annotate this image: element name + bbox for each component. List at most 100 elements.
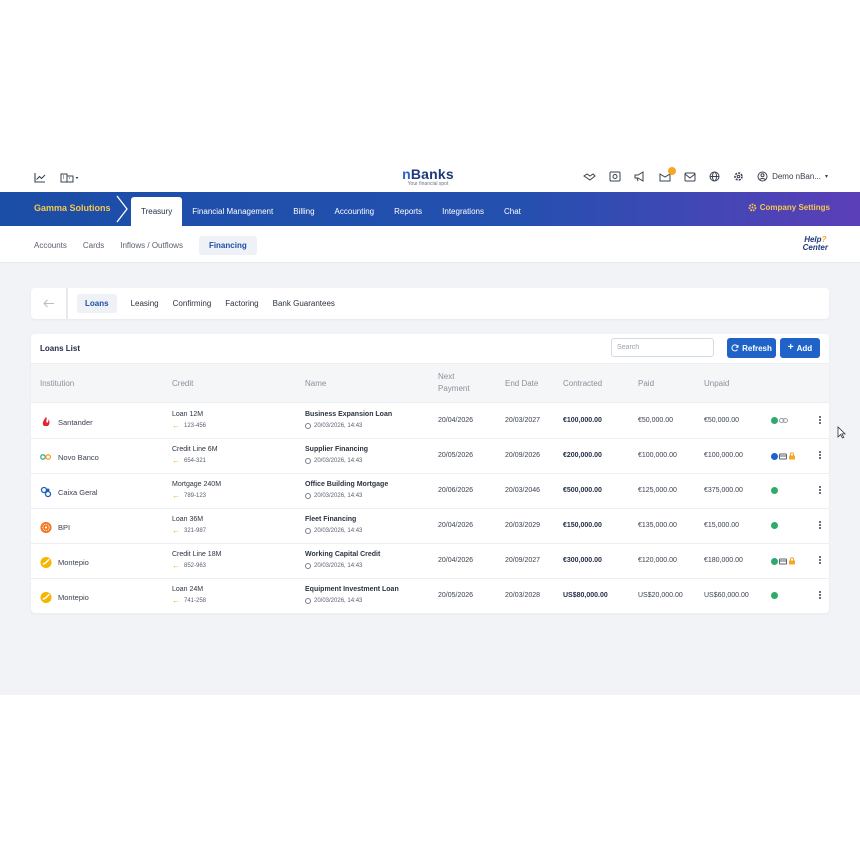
card-icon[interactable]: [779, 558, 787, 565]
row-actions-menu[interactable]: [817, 416, 823, 424]
brand-logo[interactable]: nBanks Your financial spot: [396, 166, 460, 187]
safe-icon[interactable]: [609, 171, 621, 182]
credit-type[interactable]: Loan 36M: [172, 516, 203, 523]
status-active-dot: [771, 592, 778, 599]
col-paid[interactable]: Paid: [638, 378, 654, 390]
credit-type[interactable]: Loan 12M: [172, 411, 203, 418]
lock-icon[interactable]: [788, 452, 796, 460]
tab-factoring[interactable]: Factoring: [225, 299, 258, 308]
company-name[interactable]: Gamma Solutions: [34, 203, 111, 213]
gear-icon[interactable]: [733, 171, 744, 182]
megaphone-icon[interactable]: [634, 171, 646, 182]
subtab-financing[interactable]: Financing: [198, 236, 257, 255]
institution-cell: Caixa Geral: [40, 486, 98, 498]
account-number: 123-456: [184, 423, 207, 429]
tab-leasing[interactable]: Leasing: [131, 299, 159, 308]
add-button[interactable]: + Add: [780, 338, 820, 358]
tab-accounting[interactable]: Accounting: [325, 197, 385, 226]
credit-type[interactable]: Credit Line 6M: [172, 446, 218, 453]
col-end-date[interactable]: End Date: [505, 378, 538, 390]
col-name[interactable]: Name: [305, 378, 326, 390]
table-row[interactable]: BPI Loan 36M ← 321-987 Fleet Financing 20/03/…: [31, 509, 829, 544]
subtab-inflows-outflows[interactable]: Inflows / Outflows: [120, 241, 183, 250]
tab-chat[interactable]: Chat: [494, 197, 531, 226]
loan-name[interactable]: Fleet Financing: [305, 516, 356, 523]
loan-name[interactable]: Working Capital Credit: [305, 551, 380, 558]
status-indicators: [771, 592, 778, 599]
paid-cell: €135,000.00: [638, 522, 677, 529]
col-next-payment-line1: Next: [438, 372, 455, 381]
next-payment-cell: 20/05/2026: [438, 592, 474, 599]
col-next-payment[interactable]: Next Payment: [438, 371, 470, 395]
col-credit[interactable]: Credit: [172, 378, 193, 390]
account-number: 321-987: [184, 528, 207, 534]
back-button[interactable]: [31, 288, 68, 319]
buildings-icon[interactable]: [60, 172, 80, 183]
handshake-icon[interactable]: [583, 172, 596, 182]
help-center-link[interactable]: Help? Center: [803, 236, 828, 252]
next-payment-cell: 20/04/2026: [438, 557, 474, 564]
loan-name[interactable]: Business Expansion Loan: [305, 411, 392, 418]
end-date-cell: 20/09/2027: [505, 557, 541, 564]
col-contracted[interactable]: Contracted: [563, 378, 602, 390]
institution-name: BPI: [58, 522, 71, 532]
table-row[interactable]: Novo Banco Credit Line 6M ← 654-321 Supplier…: [31, 439, 829, 474]
loan-name[interactable]: Office Building Mortgage: [305, 481, 388, 488]
credit-type[interactable]: Mortgage 240M: [172, 481, 221, 488]
inbox-icon[interactable]: [659, 167, 677, 182]
company-settings-link[interactable]: Company Settings: [748, 203, 830, 212]
account-number: 741-258: [184, 598, 207, 604]
row-actions-menu[interactable]: [817, 591, 823, 599]
user-name: Demo nBan...: [772, 172, 821, 181]
globe-icon[interactable]: [709, 171, 720, 182]
table-row[interactable]: Caixa Geral Mortgage 240M ← 789-123 Office B…: [31, 474, 829, 509]
notification-badge: [668, 167, 677, 175]
loan-name[interactable]: Supplier Financing: [305, 446, 368, 453]
unpaid-cell: US$60,000.00: [704, 592, 749, 599]
table-row[interactable]: Montepio Loan 24M ← 741-258 Equipment Invest…: [31, 579, 829, 614]
institution-name: Novo Banco: [58, 452, 99, 462]
tab-loans[interactable]: Loans: [77, 294, 117, 313]
col-institution[interactable]: Institution: [40, 378, 74, 390]
credit-account: ← 654-321: [172, 457, 206, 465]
arrow-left-icon: [42, 299, 54, 308]
credit-type[interactable]: Credit Line 18M: [172, 551, 221, 558]
contracted-cell: €100,000.00: [563, 417, 602, 424]
tab-billing[interactable]: Billing: [283, 197, 324, 226]
user-menu[interactable]: Demo nBan... ▾: [757, 171, 828, 182]
subtab-cards[interactable]: Cards: [83, 241, 104, 250]
tab-bank-guarantees[interactable]: Bank Guarantees: [273, 299, 335, 308]
credit-account: ← 789-123: [172, 492, 206, 500]
row-actions-menu[interactable]: [817, 521, 823, 529]
card-icon[interactable]: [779, 453, 787, 460]
santander-flame-icon: [40, 416, 52, 428]
credit-account: ← 741-258: [172, 597, 207, 605]
mail-icon[interactable]: [684, 172, 696, 182]
table-header: Institution Credit Name Next Payment End…: [31, 363, 829, 403]
row-actions-menu[interactable]: [817, 486, 823, 494]
chart-icon[interactable]: [34, 172, 46, 183]
status-active-dot: [771, 522, 778, 529]
col-unpaid[interactable]: Unpaid: [704, 378, 729, 390]
table-row[interactable]: Montepio Credit Line 18M ← 852-963 Working C…: [31, 544, 829, 579]
tab-integrations[interactable]: Integrations: [432, 197, 494, 226]
tab-financial-management[interactable]: Financial Management: [182, 197, 283, 226]
tab-treasury[interactable]: Treasury: [131, 197, 183, 226]
loan-created-date: 20/03/2026, 14:43: [314, 493, 363, 499]
subtab-accounts[interactable]: Accounts: [34, 241, 67, 250]
user-avatar-icon: [757, 171, 768, 182]
link-icon[interactable]: [779, 417, 788, 424]
row-actions-menu[interactable]: [817, 451, 823, 459]
loan-name[interactable]: Equipment Investment Loan: [305, 586, 399, 593]
end-date-cell: 20/03/2046: [505, 487, 541, 494]
tab-reports[interactable]: Reports: [384, 197, 432, 226]
status-indicators: [771, 557, 796, 565]
table-row[interactable]: Santander Loan 12M ← 123-456 Business Expans…: [31, 404, 829, 439]
tab-confirming[interactable]: Confirming: [173, 299, 212, 308]
institution-cell: Santander: [40, 416, 93, 428]
lock-icon[interactable]: [788, 557, 796, 565]
search-input[interactable]: [611, 338, 714, 357]
row-actions-menu[interactable]: [817, 556, 823, 564]
refresh-button[interactable]: Refresh: [727, 338, 776, 358]
credit-type[interactable]: Loan 24M: [172, 586, 203, 593]
